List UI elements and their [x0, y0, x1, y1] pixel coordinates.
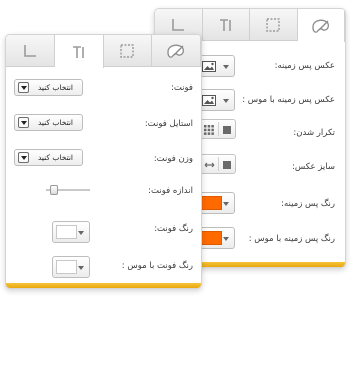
image-icon — [202, 61, 216, 72]
background-image-label: عکس پس زمینه: — [274, 61, 335, 71]
background-color-swatch — [201, 196, 222, 210]
tile-repeat-icon — [204, 125, 214, 135]
tab-typography[interactable] — [203, 9, 250, 41]
chevron-down-icon — [18, 117, 29, 128]
original-size-icon — [223, 161, 231, 169]
typography-icon — [72, 45, 84, 58]
background-color-picker[interactable] — [197, 192, 235, 214]
font-color-hover-label: رنگ فونت با موس : — [121, 261, 193, 271]
tab-layout[interactable] — [6, 35, 55, 67]
font-weight-label: وزن فونت: — [153, 154, 193, 164]
background-color-label: رنگ پس زمینه: — [281, 199, 335, 209]
font-style-label: استایل فونت: — [144, 119, 193, 129]
border-icon — [120, 44, 135, 58]
font-color-label: رنگ فونت: — [154, 224, 193, 234]
font-size-slider[interactable] — [46, 185, 90, 195]
palette-icon — [312, 19, 329, 33]
font-style-select[interactable]: انتخاب کنید — [14, 114, 83, 131]
slider-handle[interactable] — [50, 185, 58, 195]
tab-typography[interactable] — [54, 35, 104, 68]
palette-icon — [167, 44, 185, 58]
tab-color[interactable] — [152, 35, 201, 67]
font-weight-select[interactable]: انتخاب کنید — [14, 149, 83, 166]
stretch-icon — [204, 162, 215, 168]
background-image-hover-picker[interactable] — [197, 89, 235, 111]
repeat-label: تکرار شدن: — [293, 128, 335, 138]
chevron-down-icon — [18, 82, 29, 93]
image-size-label: سایز عکس: — [292, 162, 335, 172]
typography-icon — [219, 19, 231, 31]
font-weight-select-value: انتخاب کنید — [37, 153, 74, 162]
font-label: فونت: — [170, 83, 193, 93]
border-icon — [266, 18, 280, 32]
panel-accent-bar — [6, 283, 201, 288]
font-settings-panel: انتخاب کنید فونت: انتخاب کنید استایل فون… — [5, 34, 202, 289]
chevron-down-icon — [18, 152, 29, 163]
font-color-picker[interactable] — [52, 221, 90, 243]
image-size-toggle[interactable] — [200, 154, 236, 174]
no-repeat-icon — [223, 126, 231, 134]
tab-border[interactable] — [104, 35, 153, 67]
background-color-hover-picker[interactable] — [197, 227, 235, 249]
font-select[interactable]: انتخاب کنید — [14, 79, 83, 96]
font-color-hover-picker[interactable] — [52, 256, 90, 278]
font-size-label: اندازه فونت: — [148, 186, 193, 196]
layout-icon — [172, 19, 185, 31]
background-image-hover-label: عکس پس زمینه با موس : — [242, 95, 335, 105]
font-select-value: انتخاب کنید — [37, 83, 74, 92]
background-image-picker[interactable] — [197, 55, 235, 77]
font-color-hover-swatch — [56, 260, 77, 274]
background-color-hover-swatch — [201, 231, 222, 245]
tab-bar — [6, 35, 201, 68]
layout-icon — [24, 45, 36, 57]
font-style-select-value: انتخاب کنید — [37, 118, 74, 127]
background-color-hover-label: رنگ پس زمینه با موس : — [248, 234, 335, 244]
repeat-toggle[interactable] — [200, 119, 236, 139]
image-icon — [202, 95, 216, 106]
tab-border[interactable] — [250, 9, 298, 41]
tab-color[interactable] — [297, 9, 345, 42]
font-color-swatch — [56, 225, 77, 239]
